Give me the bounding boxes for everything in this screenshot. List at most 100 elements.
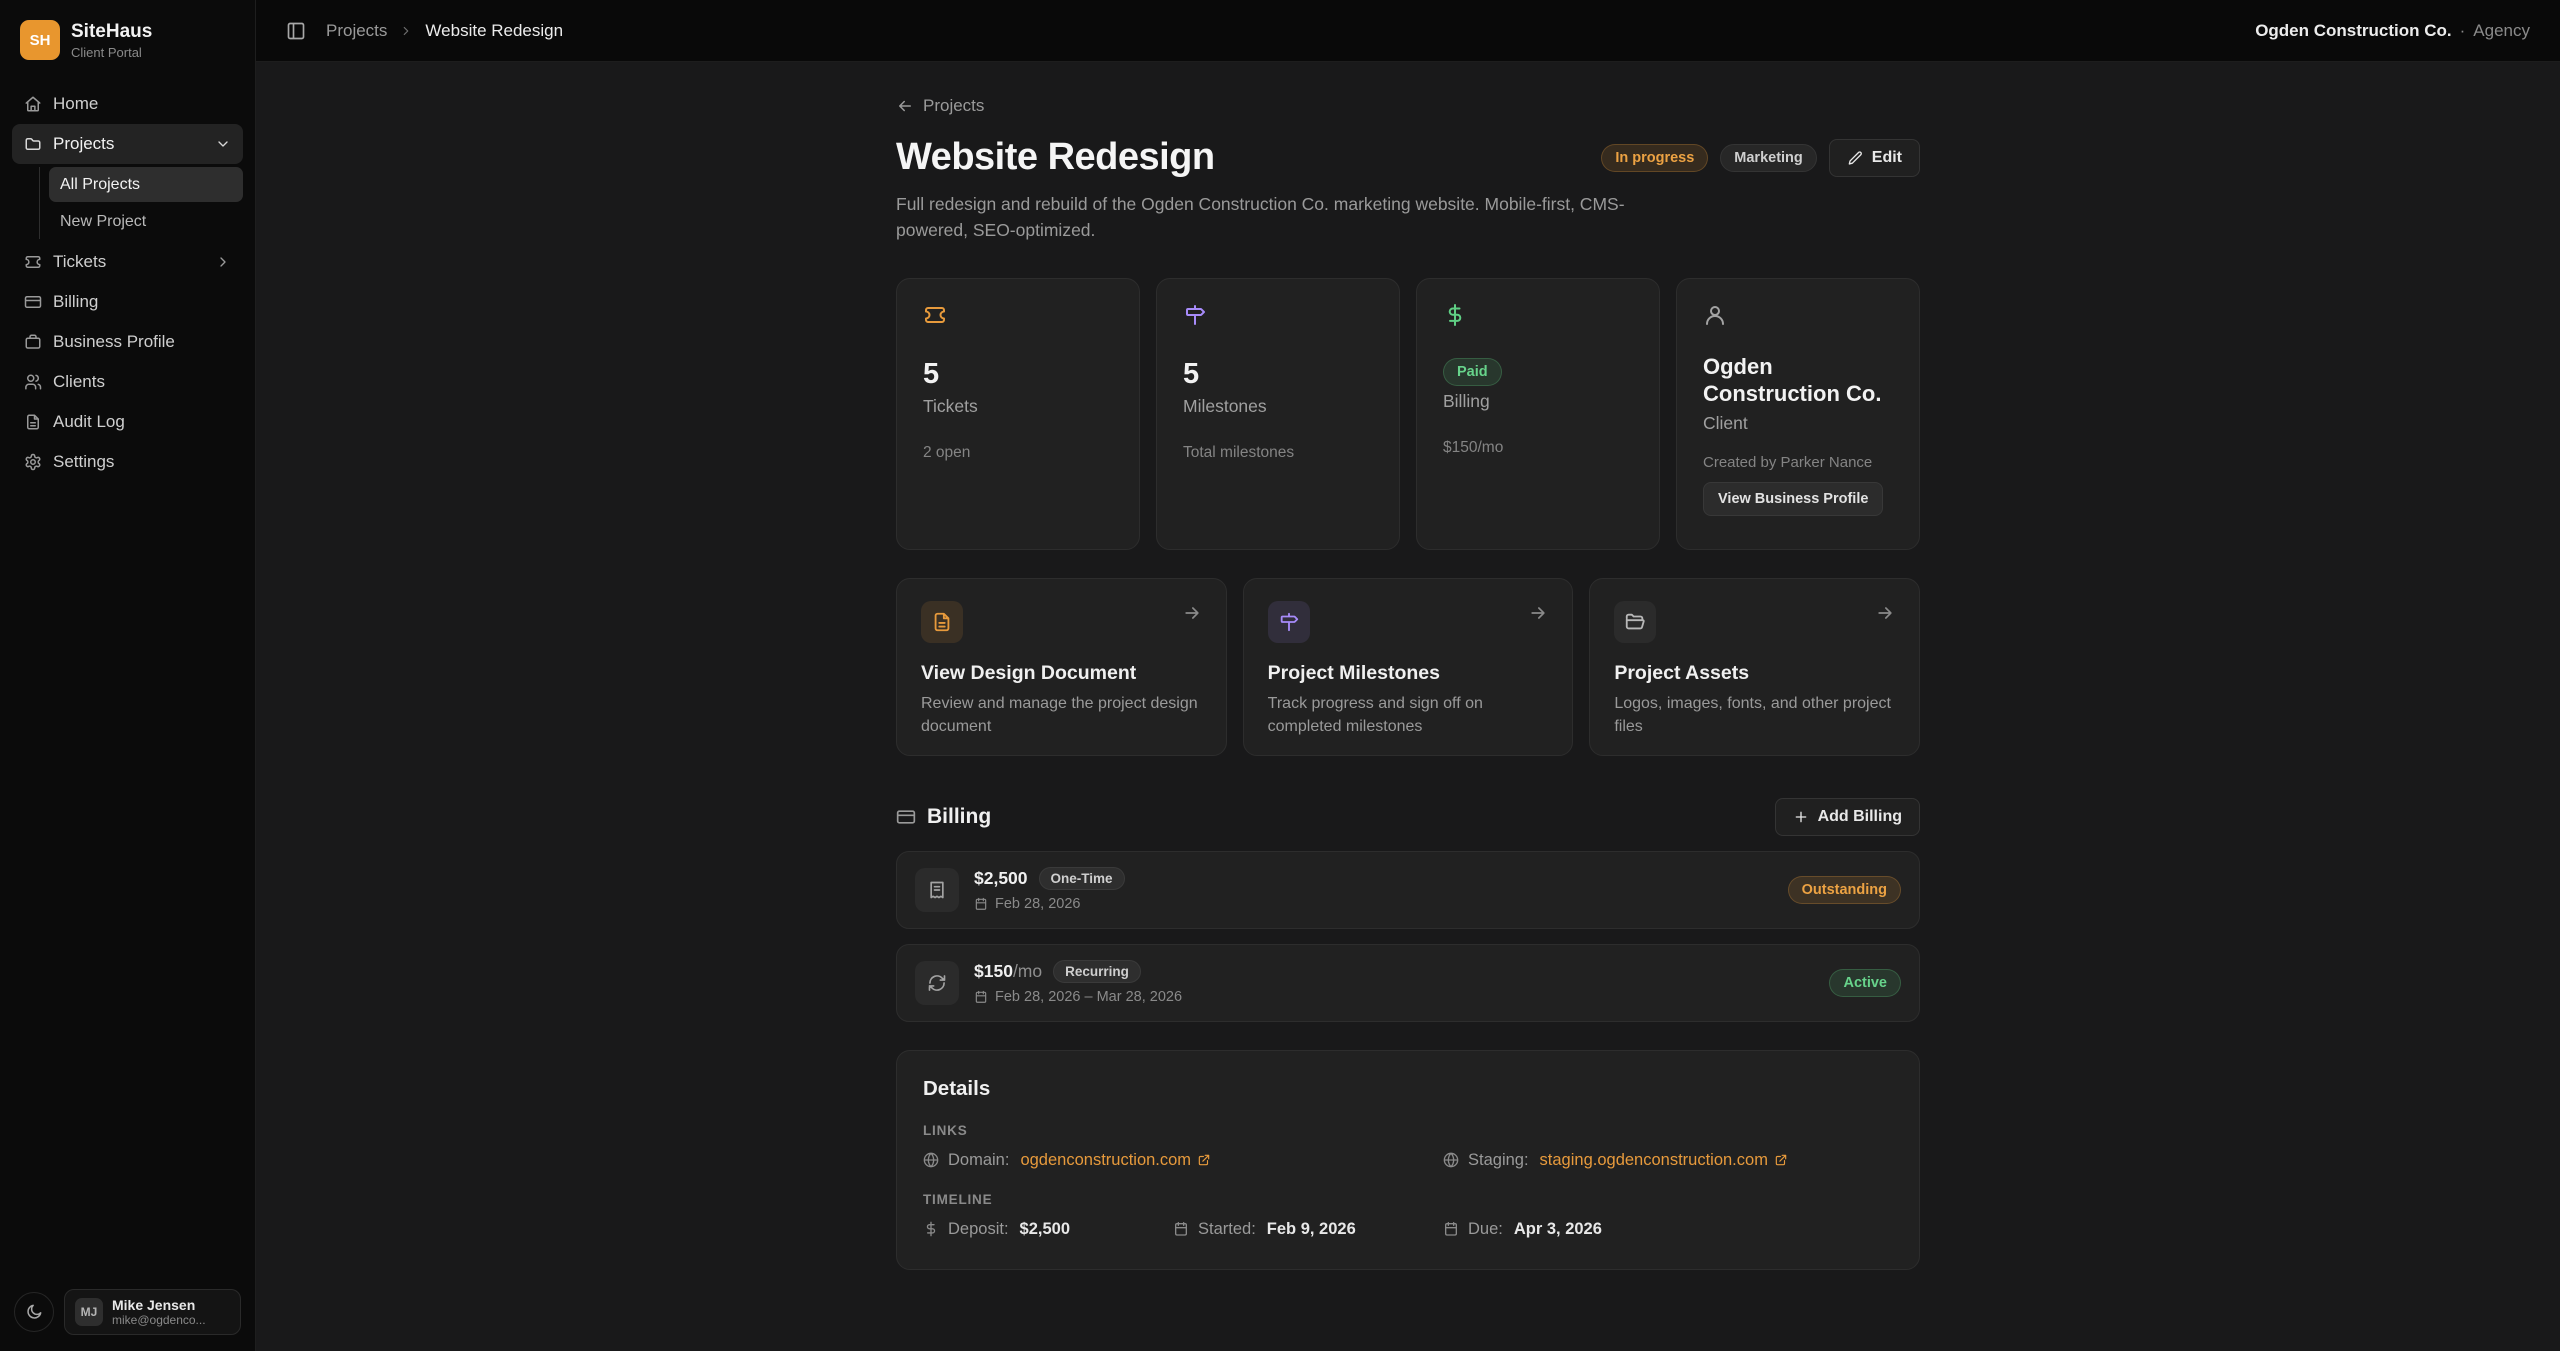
stat-label: Milestones — [1183, 396, 1373, 417]
quick-link-milestones[interactable]: Project Milestones Track progress and si… — [1243, 578, 1574, 756]
page-description: Full redesign and rebuild of the Ogden C… — [896, 191, 1641, 244]
ticket-icon — [24, 253, 42, 271]
gear-icon — [24, 453, 42, 471]
calendar-icon — [974, 990, 988, 1004]
dollar-icon — [923, 1221, 939, 1237]
external-link-icon — [1774, 1153, 1788, 1167]
stat-label: Tickets — [923, 396, 1113, 417]
stats-grid: 5 Tickets 2 open 5 Milestones Total mile… — [896, 278, 1920, 550]
paid-badge: Paid — [1443, 358, 1502, 386]
started-value: Feb 9, 2026 — [1267, 1220, 1356, 1239]
invoice-status-badge: Active — [1829, 969, 1901, 997]
sidebar-item-label: Home — [53, 94, 98, 114]
quick-link-title: Project Milestones — [1268, 662, 1549, 685]
user-meta: Mike Jensen mike@ogdenco... — [112, 1297, 206, 1327]
brand-text: SiteHaus Client Portal — [71, 21, 152, 60]
sidebar-item-settings[interactable]: Settings — [12, 442, 243, 482]
add-billing-button[interactable]: Add Billing — [1775, 798, 1920, 836]
sidebar-item-audit-log[interactable]: Audit Log — [12, 402, 243, 442]
quick-link-design-document[interactable]: View Design Document Review and manage t… — [896, 578, 1227, 756]
milestone-icon — [1278, 611, 1300, 633]
brand-initials: SH — [30, 32, 51, 49]
back-to-projects-link[interactable]: Projects — [896, 96, 984, 116]
invoice-amount: $150/mo — [974, 961, 1042, 982]
sidebar-item-tickets[interactable]: Tickets — [12, 242, 243, 282]
theme-toggle-button[interactable] — [14, 1292, 54, 1332]
user-menu[interactable]: MJ Mike Jensen mike@ogdenco... — [64, 1289, 241, 1335]
sidebar-item-clients[interactable]: Clients — [12, 362, 243, 402]
sidebar-item-all-projects[interactable]: All Projects — [49, 167, 243, 202]
invoice-main: $2,500 One-Time Feb 28, 2026 — [974, 867, 1125, 912]
staging-link[interactable]: staging.ogdenconstruction.com — [1540, 1151, 1788, 1170]
brand-logo: SH — [20, 20, 60, 60]
breadcrumb-projects[interactable]: Projects — [326, 21, 387, 41]
invoice-line1: $150/mo Recurring — [974, 960, 1182, 983]
quick-link-description: Track progress and sign off on completed… — [1268, 692, 1549, 738]
quick-link-description: Review and manage the project design doc… — [921, 692, 1202, 738]
view-business-profile-button[interactable]: View Business Profile — [1703, 482, 1883, 516]
milestones-icon-tile — [1268, 601, 1310, 643]
billing-row-one-time[interactable]: $2,500 One-Time Feb 28, 2026 Outstanding — [896, 851, 1920, 929]
moon-icon — [25, 1303, 43, 1321]
sidebar-toggle-icon[interactable] — [286, 21, 306, 41]
billing-row-recurring[interactable]: $150/mo Recurring Feb 28, 2026 – Mar 28,… — [896, 944, 1920, 1022]
plus-icon — [1793, 809, 1809, 825]
sidebar-subitem-label: All Projects — [60, 176, 140, 194]
folder-icon — [24, 135, 42, 153]
invoice-line2: Feb 28, 2026 – Mar 28, 2026 — [974, 989, 1182, 1005]
sidebar-item-business-profile[interactable]: Business Profile — [12, 322, 243, 362]
design-document-icon-tile — [921, 601, 963, 643]
arrow-right-icon — [1875, 603, 1895, 623]
sidebar-item-new-project[interactable]: New Project — [49, 204, 243, 239]
add-billing-label: Add Billing — [1818, 808, 1902, 826]
sidebar-item-label: Business Profile — [53, 332, 175, 352]
ticket-icon — [923, 303, 947, 327]
staging-value: staging.ogdenconstruction.com — [1540, 1151, 1768, 1170]
main-column: Projects Website Redesign Ogden Construc… — [256, 0, 2560, 1351]
links-grid: Domain: ogdenconstruction.com Staging: s… — [923, 1151, 1893, 1170]
sidebar-item-home[interactable]: Home — [12, 84, 243, 124]
user-email: mike@ogdenco... — [112, 1313, 206, 1327]
timeline-grid: Deposit: $2,500 Started: Feb 9, 2026 Due… — [923, 1220, 1893, 1239]
invoice-type-badge: Recurring — [1053, 960, 1141, 983]
domain-label: Domain: — [948, 1151, 1009, 1170]
staging-label: Staging: — [1468, 1151, 1529, 1170]
receipt-icon — [927, 880, 947, 900]
billing-section-title: Billing — [896, 805, 991, 829]
quick-links-grid: View Design Document Review and manage t… — [896, 578, 1920, 756]
projects-subnav: All Projects New Project — [39, 167, 243, 239]
briefcase-icon — [24, 333, 42, 351]
invoice-line1: $2,500 One-Time — [974, 867, 1125, 890]
arrow-right-icon — [1182, 603, 1202, 623]
assets-icon-tile — [1614, 601, 1656, 643]
links-group-label: LINKS — [923, 1123, 1893, 1138]
billing-section-header: Billing Add Billing — [896, 798, 1920, 836]
sidebar-item-billing[interactable]: Billing — [12, 282, 243, 322]
billing-heading: Billing — [927, 805, 991, 829]
domain-value: ogdenconstruction.com — [1020, 1151, 1191, 1170]
sidebar-item-label: Audit Log — [53, 412, 125, 432]
breadcrumb-separator-icon — [399, 24, 413, 38]
calendar-icon — [974, 897, 988, 911]
sidebar-item-label: Tickets — [53, 252, 106, 272]
deposit-value: $2,500 — [1020, 1220, 1070, 1239]
avatar: MJ — [75, 1298, 103, 1326]
file-text-icon — [24, 413, 42, 431]
sidebar-nav: Home Projects All Projects New Project T… — [12, 84, 243, 482]
arrow-left-icon — [896, 97, 914, 115]
users-icon — [24, 373, 42, 391]
sidebar-item-label: Settings — [53, 452, 114, 472]
client-name[interactable]: Ogden Construction Co. — [1703, 353, 1893, 408]
title-actions: In progress Marketing Edit — [1601, 139, 1920, 177]
globe-icon — [923, 1152, 939, 1168]
user-name: Mike Jensen — [112, 1297, 206, 1313]
brand-subtitle: Client Portal — [71, 45, 152, 60]
sidebar-item-projects[interactable]: Projects — [12, 124, 243, 164]
invoice-dates: Feb 28, 2026 — [995, 896, 1080, 912]
edit-button[interactable]: Edit — [1829, 139, 1920, 177]
domain-link[interactable]: ogdenconstruction.com — [1020, 1151, 1211, 1170]
quick-link-assets[interactable]: Project Assets Logos, images, fonts, and… — [1589, 578, 1920, 756]
stat-label: Billing — [1443, 391, 1633, 412]
workspace-role: Agency — [2473, 21, 2530, 41]
brand[interactable]: SH SiteHaus Client Portal — [12, 12, 243, 66]
